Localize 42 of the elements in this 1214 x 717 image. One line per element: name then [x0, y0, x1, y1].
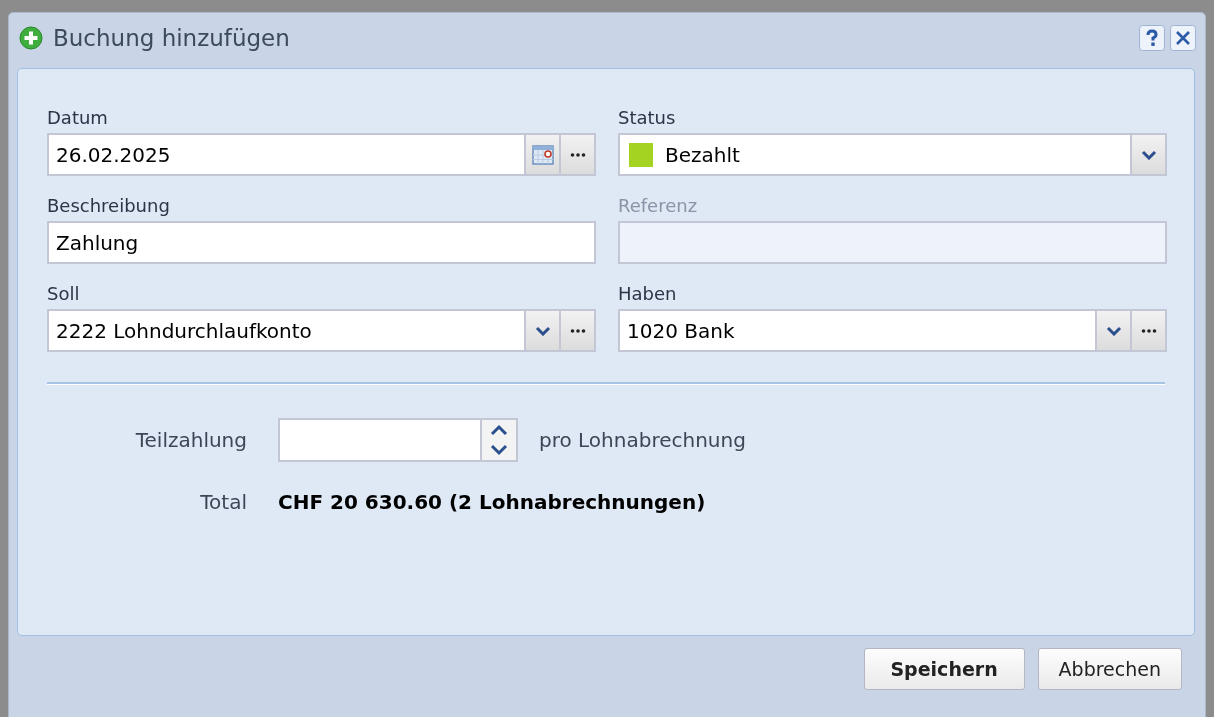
number-field[interactable] [278, 418, 518, 462]
unit-label: pro Lohnabrechnung [539, 428, 746, 452]
field-label: Beschreibung [47, 195, 171, 217]
input-field[interactable] [618, 221, 1167, 264]
close-icon[interactable] [1170, 25, 1196, 51]
field-value: 2222 Lohndurchlaufkonto [55, 318, 312, 343]
field-label: Soll [47, 283, 81, 305]
input-field[interactable]: 26.02.2025 [47, 133, 596, 176]
more-button[interactable] [1130, 311, 1165, 350]
field-value: 26.02.2025 [55, 142, 171, 167]
calendar-button[interactable] [524, 135, 559, 174]
chevron-down-icon [1105, 325, 1122, 336]
total-value: CHF 20 630.60 (2 Lohnabrechnungen) [278, 490, 706, 514]
cancel-button[interactable]: Abbrechen [1037, 648, 1182, 690]
dropdown-button[interactable] [1095, 311, 1130, 350]
field-value: 1020 Bank [626, 318, 735, 343]
field-label: Referenz [618, 195, 699, 217]
total-label: Total [199, 490, 247, 514]
more-button[interactable] [559, 311, 594, 350]
input-field[interactable]: Bezahlt [618, 133, 1167, 176]
field-label: Teilzahlung [134, 428, 247, 452]
ellipsis-icon [569, 152, 586, 157]
dialog-title: Buchung hinzufügen [53, 25, 290, 51]
field-label: Datum [47, 107, 109, 129]
input-field[interactable]: 1020 Bank [618, 309, 1167, 352]
dropdown-button[interactable] [524, 311, 559, 350]
field-label: Haben [618, 283, 678, 305]
field-value: Bezahlt [664, 142, 740, 167]
more-button[interactable] [559, 135, 594, 174]
calendar-icon [531, 143, 554, 166]
field-label: Status [618, 107, 677, 129]
save-button[interactable]: Speichern [863, 648, 1025, 690]
plus-circle-icon [19, 26, 43, 50]
ellipsis-icon [569, 328, 586, 333]
field-value: Zahlung [55, 230, 139, 255]
dropdown-button[interactable] [1130, 135, 1165, 174]
chevron-down-icon [1140, 149, 1157, 160]
ellipsis-icon [1140, 328, 1157, 333]
help-icon[interactable] [1139, 25, 1165, 51]
chevron-down-icon [534, 325, 551, 336]
input-field[interactable]: Zahlung [47, 221, 596, 264]
input-field[interactable]: 2222 Lohndurchlaufkonto [47, 309, 596, 352]
